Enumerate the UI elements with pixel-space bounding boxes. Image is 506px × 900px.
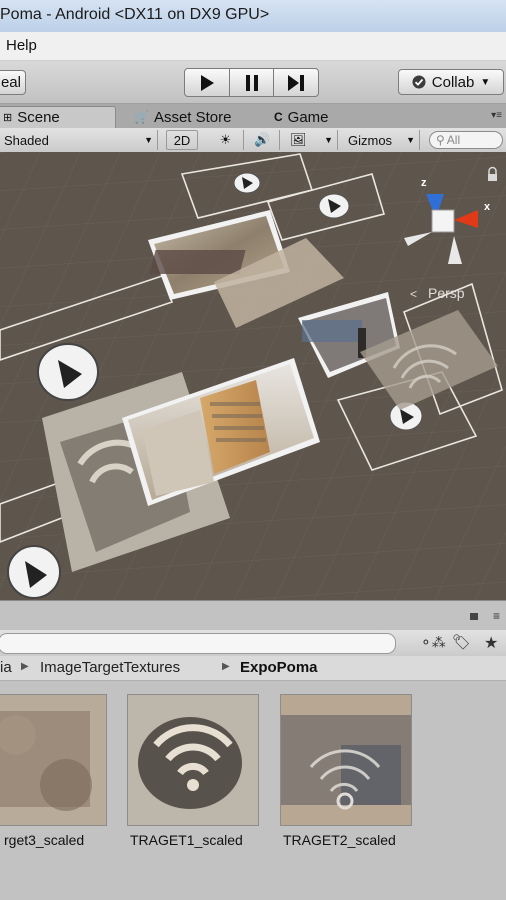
sun-icon: ☀ xyxy=(219,132,232,147)
breadcrumb-current[interactable]: ExpoPoma xyxy=(240,659,318,676)
panel-menu-icon[interactable]: ▾≡ xyxy=(491,110,502,121)
tab-bar: ⊞ Scene 🛒 Asset Store C Game ▾≡ xyxy=(0,104,506,129)
step-icon xyxy=(288,74,304,91)
tab-scene[interactable]: ⊞ Scene xyxy=(0,106,116,128)
tag-icon[interactable]: 🏷 xyxy=(452,633,471,651)
main-toolbar: eal Collab ▼ xyxy=(0,61,506,104)
axis-x-label: x xyxy=(484,201,491,213)
window-titlebar: Poma - Android <DX11 on DX9 GPU> xyxy=(0,0,506,33)
tab-asset-store-label: Asset Store xyxy=(153,108,232,126)
marker-3[interactable] xyxy=(37,343,99,401)
check-icon xyxy=(412,75,426,89)
asset-label: TRAGET2_scaled xyxy=(283,832,396,848)
tab-asset-store[interactable]: 🛒 Asset Store xyxy=(130,106,236,128)
shading-mode-dropdown[interactable]: Shaded ▼ xyxy=(0,130,158,150)
play-icon xyxy=(201,74,214,91)
chevron-right-icon: ▶ xyxy=(222,661,230,672)
chevron-down-icon: ▼ xyxy=(480,76,491,88)
breadcrumb-item[interactable]: ia xyxy=(0,659,12,676)
mode-2d-toggle[interactable]: 2D xyxy=(166,130,198,150)
pause-button[interactable] xyxy=(229,68,274,97)
scene-search-input[interactable]: ⚲ All xyxy=(429,131,503,149)
scene-icon: ⊞ xyxy=(3,112,13,124)
toolbar-left-button-label: eal xyxy=(0,74,21,91)
asset-thumbnail[interactable] xyxy=(128,695,258,825)
tab-game-label: Game xyxy=(287,108,329,126)
asset-label: rget3_scaled xyxy=(4,832,85,848)
panel-menu-icon[interactable]: ≡ xyxy=(493,609,500,623)
marker-5[interactable] xyxy=(7,545,61,599)
audio-toggle[interactable]: 🔊 xyxy=(246,130,280,150)
menu-bar: Help xyxy=(0,32,506,61)
search-icon: ⚲ xyxy=(436,133,445,147)
chevron-left-icon: < xyxy=(410,287,417,301)
cart-icon: 🛒 xyxy=(134,110,149,124)
chevron-right-icon: ▶ xyxy=(21,661,29,672)
gizmos-label: Gizmos xyxy=(348,132,393,148)
panel-splitter[interactable]: ≡ xyxy=(0,600,506,631)
axis-z-label: z xyxy=(421,177,427,189)
chevron-down-icon: ▼ xyxy=(406,135,415,145)
scene-view[interactable]: z x Persp < xyxy=(0,152,506,600)
shading-mode-label: Shaded xyxy=(4,132,49,148)
asset-grid: rget3_scaled TRAGET1_scaled TRAGET2_scal… xyxy=(0,681,506,900)
filter-by-type-icon[interactable]: ⚬⁂ xyxy=(420,634,446,651)
breadcrumb-item[interactable]: ImageTargetTextures xyxy=(40,659,180,676)
step-button[interactable] xyxy=(273,68,319,97)
chevron-down-icon: ▼ xyxy=(144,135,153,145)
lock-icon[interactable] xyxy=(470,613,478,620)
lighting-toggle[interactable]: ☀ xyxy=(208,130,244,150)
star-icon[interactable]: ★ xyxy=(484,633,498,653)
search-placeholder: All xyxy=(446,133,461,147)
toolbar-left-button[interactable]: eal xyxy=(0,70,26,95)
scene-canvas[interactable]: z x Persp < xyxy=(0,152,506,600)
menu-item-help[interactable]: Help xyxy=(6,37,37,54)
tab-scene-label: Scene xyxy=(17,109,60,126)
view-mode-label[interactable]: Persp xyxy=(428,285,465,301)
asset-thumbnail[interactable] xyxy=(0,695,106,825)
play-button[interactable] xyxy=(184,68,230,97)
project-toolbar: ⚬⁂ 🏷 ★ xyxy=(0,630,506,657)
gizmos-dropdown[interactable]: Gizmos ▼ xyxy=(344,130,420,150)
asset-thumbnail[interactable] xyxy=(281,695,411,825)
pause-icon xyxy=(245,74,258,91)
project-search-input[interactable] xyxy=(0,633,396,654)
window-title: Poma - Android <DX11 on DX9 GPU> xyxy=(0,6,270,23)
breadcrumb: ia ▶ ImageTargetTextures ▶ ExpoPoma xyxy=(0,656,506,681)
asset-label: TRAGET1_scaled xyxy=(130,832,243,848)
effects-dropdown[interactable]: 🖼 ▼ xyxy=(286,130,338,150)
scene-toolbar: Shaded ▼ 2D ☀ 🔊 🖼 ▼ Gizmos ▼ ⚲ All xyxy=(0,128,506,153)
game-controller-icon: C xyxy=(274,110,283,124)
speaker-icon: 🔊 xyxy=(254,132,271,147)
chevron-down-icon: ▼ xyxy=(324,135,333,145)
marker-1[interactable] xyxy=(233,172,261,194)
collab-label: Collab xyxy=(431,73,475,91)
marker-2[interactable] xyxy=(318,193,350,219)
tab-game[interactable]: C Game xyxy=(270,106,333,128)
collab-dropdown[interactable]: Collab ▼ xyxy=(398,69,504,95)
mode-2d-label: 2D xyxy=(173,132,191,148)
image-icon: 🖼 xyxy=(290,132,307,147)
